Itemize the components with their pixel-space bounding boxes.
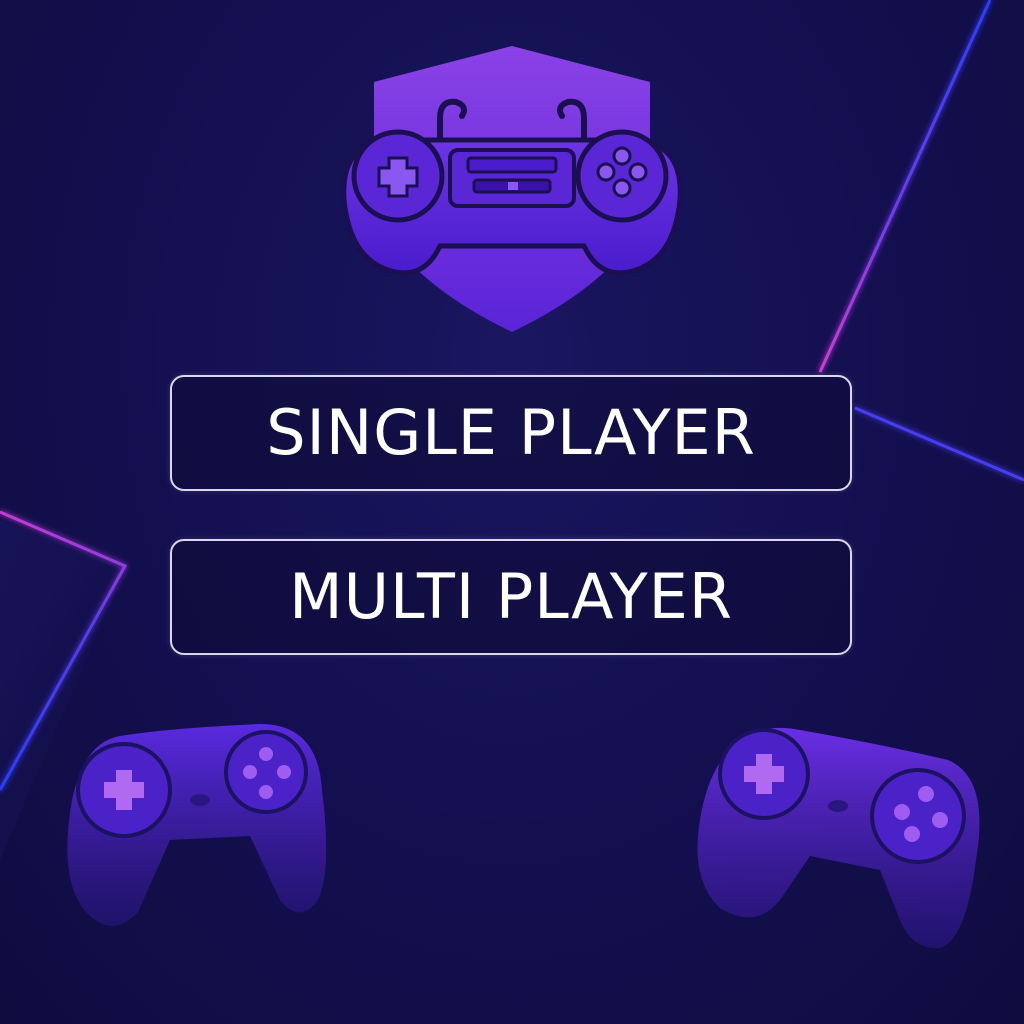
gamepad-icon-right <box>697 727 980 949</box>
single-player-button[interactable]: SINGLE PLAYER <box>170 375 852 491</box>
main-menu-screen: SINGLE PLAYER MULTI PLAYER <box>0 0 1024 1024</box>
single-player-label: SINGLE PLAYER <box>266 396 756 469</box>
multi-player-label: MULTI PLAYER <box>289 560 733 633</box>
multi-player-button[interactable]: MULTI PLAYER <box>170 539 852 655</box>
